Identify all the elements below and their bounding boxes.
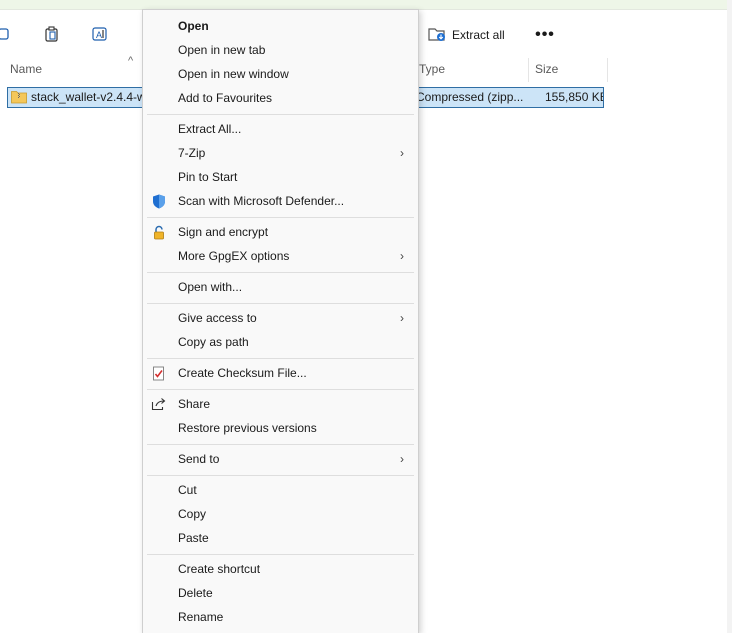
file-name: stack_wallet-v2.4.4-w [31,90,143,104]
menu-separator [147,272,414,273]
menu-item-7zip[interactable]: 7-Zip › [143,141,418,165]
extract-all-label: Extract all [452,28,505,42]
sort-ascending-icon: ^ [128,55,134,67]
chevron-right-icon: › [400,311,404,325]
menu-item-send-to[interactable]: Send to › [143,447,418,471]
menu-item-copy[interactable]: Copy [143,502,418,526]
menu-item-rename[interactable]: Rename [143,605,418,629]
lock-icon [151,224,167,240]
context-menu: Open Open in new tab Open in new window … [142,9,419,633]
menu-separator [147,303,414,304]
column-header-type[interactable]: Type [419,58,445,80]
chevron-right-icon: › [400,249,404,263]
share-icon [151,396,167,412]
more-options-button[interactable]: ••• [530,23,560,47]
chevron-right-icon: › [400,146,404,160]
file-type: Compressed (zipp... [416,90,524,104]
menu-item-pin-to-start[interactable]: Pin to Start [143,165,418,189]
checksum-icon [151,365,167,381]
menu-item-open-with[interactable]: Open with... [143,275,418,299]
menu-separator [147,475,414,476]
menu-separator [147,217,414,218]
menu-separator [147,554,414,555]
menu-separator [147,114,414,115]
menu-item-create-shortcut[interactable]: Create shortcut [143,557,418,581]
menu-item-give-access-to[interactable]: Give access to › [143,306,418,330]
column-header-size[interactable]: Size [535,58,558,80]
column-divider[interactable] [528,58,529,82]
column-divider[interactable] [607,58,608,82]
extract-all-button[interactable]: Extract all [422,23,511,47]
menu-item-sign-and-encrypt[interactable]: Sign and encrypt [143,220,418,244]
menu-separator [147,389,414,390]
menu-item-copy-as-path[interactable]: Copy as path [143,330,418,354]
menu-item-delete[interactable]: Delete [143,581,418,605]
file-size: 155,850 KB [545,90,603,104]
menu-item-restore-previous-versions[interactable]: Restore previous versions [143,416,418,440]
menu-item-cut[interactable]: Cut [143,478,418,502]
menu-item-more-gpgex-options[interactable]: More GpgEX options › [143,244,418,268]
extract-all-icon [428,26,446,45]
defender-shield-icon [151,193,167,209]
rename-icon[interactable]: A [90,24,110,44]
menu-item-open-in-new-window[interactable]: Open in new window [143,62,418,86]
menu-item-extract-all[interactable]: Extract All... [143,117,418,141]
menu-item-create-checksum-file[interactable]: Create Checksum File... [143,361,418,385]
menu-item-share[interactable]: Share [143,392,418,416]
chevron-right-icon: › [400,452,404,466]
menu-separator [147,444,414,445]
copy-icon[interactable] [0,24,14,44]
column-header-name[interactable]: Name [10,58,42,80]
menu-item-open[interactable]: Open [143,14,418,38]
menu-item-paste[interactable]: Paste [143,526,418,550]
menu-separator [147,358,414,359]
svg-text:A: A [96,30,102,40]
menu-item-add-to-favourites[interactable]: Add to Favourites [143,86,418,110]
zip-folder-icon [11,90,27,104]
menu-item-scan-defender[interactable]: Scan with Microsoft Defender... [143,189,418,213]
menu-item-open-in-new-tab[interactable]: Open in new tab [143,38,418,62]
paste-icon[interactable] [42,24,62,44]
window-edge [727,0,732,633]
